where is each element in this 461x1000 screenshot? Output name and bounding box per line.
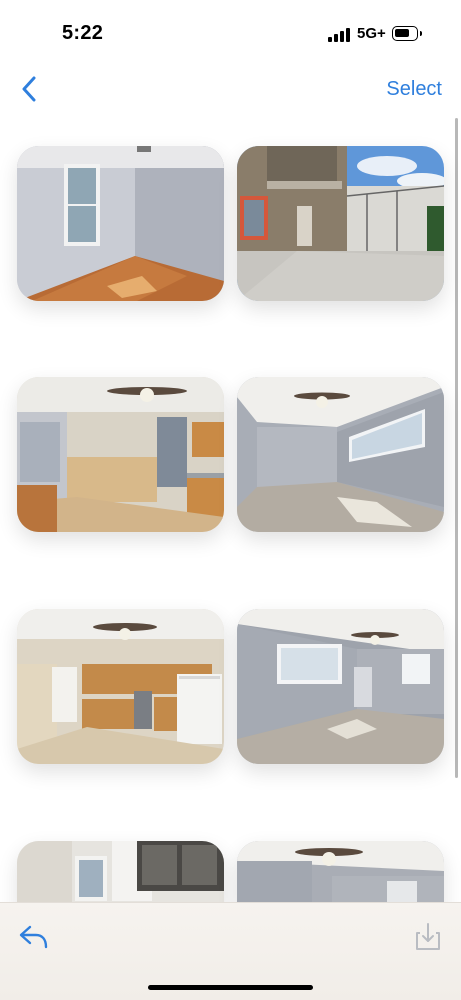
photo-thumbnail[interactable] — [17, 146, 224, 301]
photo-image — [237, 841, 444, 910]
photo-thumbnail[interactable] — [237, 841, 444, 910]
reply-button[interactable] — [18, 921, 50, 953]
photo-image — [17, 609, 224, 764]
photo-image — [17, 841, 224, 910]
photo-grid — [0, 0, 461, 910]
photo-thumbnail[interactable] — [237, 146, 444, 301]
photo-thumbnail[interactable] — [237, 377, 444, 532]
photo-image — [237, 377, 444, 532]
download-button[interactable] — [412, 921, 444, 953]
photo-image — [237, 146, 444, 301]
home-indicator[interactable] — [148, 985, 313, 990]
photo-image — [17, 146, 224, 301]
photo-thumbnail[interactable] — [17, 841, 224, 910]
photo-image — [17, 377, 224, 532]
photo-image — [237, 609, 444, 764]
photo-thumbnail[interactable] — [237, 609, 444, 764]
photo-thumbnail[interactable] — [17, 377, 224, 532]
download-tray-icon — [416, 923, 440, 950]
photo-thumbnail[interactable] — [17, 609, 224, 764]
reply-arrow-icon — [19, 925, 48, 949]
